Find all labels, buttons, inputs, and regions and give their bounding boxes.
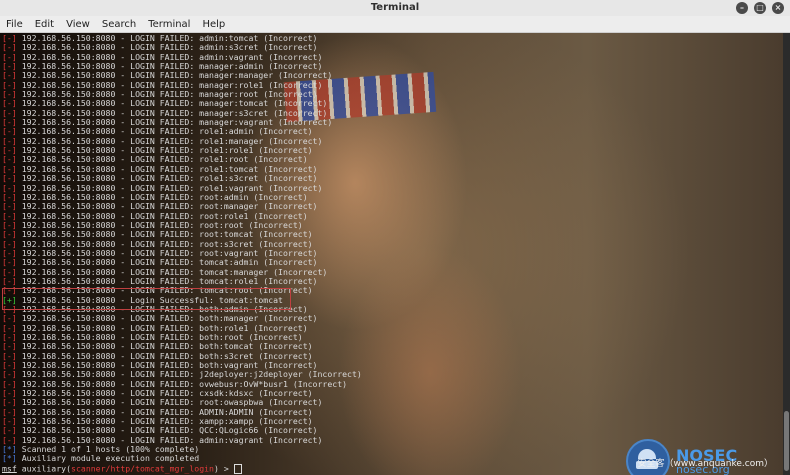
- title-bar: Terminal – □ ×: [0, 0, 790, 16]
- terminal-window: Terminal – □ × File Edit View Search Ter…: [0, 0, 790, 475]
- text-cursor: [233, 463, 242, 474]
- success-highlight-box: [2, 288, 291, 310]
- minimize-icon[interactable]: –: [736, 2, 748, 14]
- prompt-module: auxiliary(: [16, 463, 72, 474]
- menu-help[interactable]: Help: [196, 19, 231, 30]
- menu-bar: File Edit View Search Terminal Help: [0, 16, 790, 33]
- line-text: Auxiliary module execution completed: [16, 453, 200, 464]
- menu-terminal[interactable]: Terminal: [142, 19, 196, 30]
- status-marker: [*]: [2, 453, 17, 464]
- terminal-output[interactable]: [-] 192.168.56.150:8080 - LOGIN FAILED: …: [0, 33, 783, 475]
- output-lines: [-] 192.168.56.150:8080 - LOGIN FAILED: …: [2, 33, 362, 474]
- window-title: Terminal: [370, 2, 420, 13]
- prompt-end: ) >: [213, 463, 234, 474]
- prompt-msf: msf: [2, 463, 17, 474]
- menu-view[interactable]: View: [60, 19, 96, 30]
- watermark-text: 安全客（www.anquanke.com）: [637, 459, 773, 469]
- maximize-icon[interactable]: □: [754, 2, 766, 14]
- menu-file[interactable]: File: [0, 19, 29, 30]
- menu-search[interactable]: Search: [96, 19, 142, 30]
- prompt-path: scanner/http/tomcat_mgr_login: [71, 463, 214, 474]
- scrollbar-thumb[interactable]: [784, 411, 789, 471]
- scrollbar[interactable]: [783, 33, 790, 475]
- window-controls: – □ ×: [736, 2, 784, 14]
- close-icon[interactable]: ×: [772, 2, 784, 14]
- command-prompt[interactable]: msf auxiliary(scanner/http/tomcat_mgr_lo…: [2, 463, 362, 474]
- menu-edit[interactable]: Edit: [29, 19, 60, 30]
